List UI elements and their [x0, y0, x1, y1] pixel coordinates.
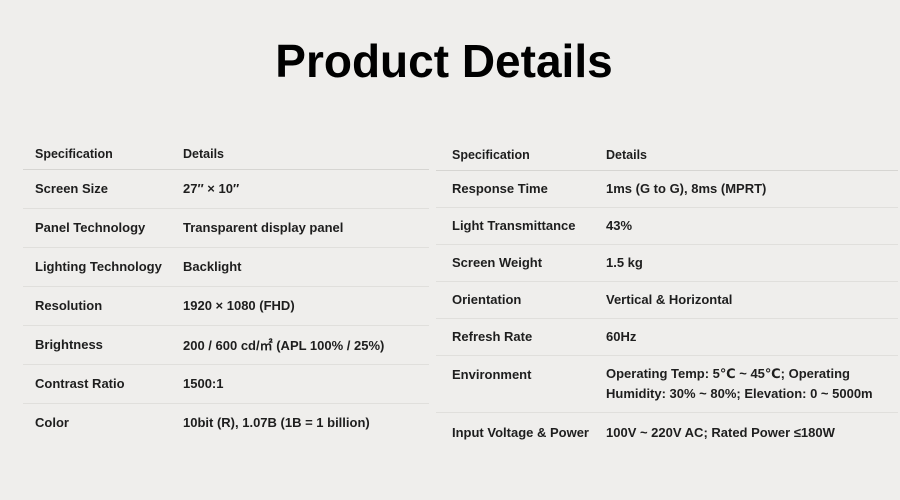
- spec-name: Lighting Technology: [35, 259, 162, 274]
- table-row: Brightness 200 / 600 cd/㎡ (APL 100% / 25…: [23, 325, 429, 364]
- spec-value: 10bit (R), 1.07B (1B = 1 billion): [183, 415, 370, 431]
- table-row: Environment Operating Temp: 5℃ ~ 45℃; Op…: [436, 355, 898, 412]
- spec-name: Color: [35, 415, 69, 431]
- page-title: Product Details: [275, 35, 613, 87]
- column-header-specification: Specification: [452, 147, 530, 162]
- spec-table-right: Specification Details Response Time 1ms …: [436, 140, 898, 452]
- table-row: Panel Technology Transparent display pan…: [23, 208, 429, 247]
- table-row: Resolution 1920 × 1080 (FHD): [23, 286, 429, 325]
- spec-name: Brightness: [35, 337, 103, 352]
- table-row: Input Voltage & Power 100V ~ 220V AC; Ra…: [436, 412, 898, 452]
- spec-value: 60Hz: [606, 329, 637, 344]
- spec-name: Screen Weight: [452, 255, 543, 270]
- spec-value: 43%: [606, 218, 633, 233]
- spec-value: 100V ~ 220V AC; Rated Power ≤180W: [606, 424, 835, 440]
- table-row: Lighting Technology Backlight: [23, 247, 429, 286]
- spec-value: Backlight: [183, 259, 242, 274]
- table-header-row: Specification Details: [23, 140, 429, 169]
- column-header-details: Details: [606, 147, 647, 162]
- spec-value: 200 / 600 cd/㎡ (APL 100% / 25%): [183, 338, 385, 353]
- spec-name: Light Transmittance: [452, 218, 576, 233]
- spec-name: Panel Technology: [35, 220, 146, 235]
- spec-value: 27″ × 10″: [183, 181, 240, 196]
- spec-name: Orientation: [452, 292, 522, 307]
- spec-name: Resolution: [35, 298, 103, 313]
- table-row: Contrast Ratio 1500:1: [23, 364, 429, 403]
- table-row: Screen Weight 1.5 kg: [436, 244, 898, 281]
- spec-name: Refresh Rate: [452, 329, 533, 344]
- table-row: Screen Size 27″ × 10″: [23, 169, 429, 208]
- spec-name: Environment: [452, 366, 532, 382]
- column-header-details: Details: [183, 147, 224, 162]
- spec-value: Vertical & Horizontal: [606, 292, 733, 307]
- spec-name: Contrast Ratio: [35, 376, 125, 391]
- table-row: Color 10bit (R), 1.07B (1B = 1 billion): [23, 403, 429, 442]
- spec-name: Screen Size: [35, 181, 108, 196]
- spec-name: Input Voltage & Power: [452, 424, 589, 440]
- table-row: Response Time 1ms (G to G), 8ms (MPRT): [436, 170, 898, 207]
- spec-value: 1.5 kg: [606, 255, 643, 270]
- spec-value: 1920 × 1080 (FHD): [183, 298, 295, 313]
- column-header-specification: Specification: [35, 147, 113, 162]
- spec-value: Transparent display panel: [183, 220, 344, 235]
- spec-table-left: Specification Details Screen Size 27″ × …: [23, 140, 429, 442]
- spec-value: 1500:1: [183, 376, 224, 391]
- table-row: Orientation Vertical & Horizontal: [436, 281, 898, 318]
- spec-value: 1ms (G to G), 8ms (MPRT): [606, 181, 767, 196]
- spec-value: Operating Temp: 5℃ ~ 45℃; Operating Humi…: [606, 365, 873, 401]
- table-row: Refresh Rate 60Hz: [436, 318, 898, 355]
- table-header-row: Specification Details: [436, 140, 898, 170]
- spec-name: Response Time: [452, 181, 548, 196]
- table-row: Light Transmittance 43%: [436, 207, 898, 244]
